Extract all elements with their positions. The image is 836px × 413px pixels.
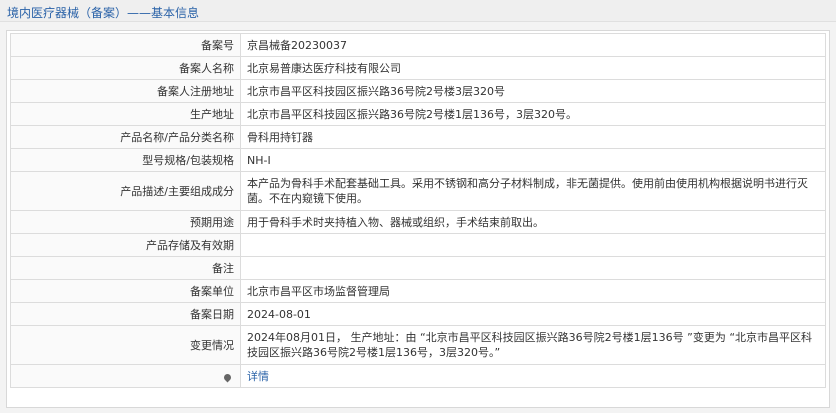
field-value: 北京市昌平区科技园区振兴路36号院2号楼1层136号，3层320号。 — [240, 102, 826, 126]
field-label: 备注 — [10, 256, 241, 280]
title-bar: 境内医疗器械（备案）——基本信息 — [0, 0, 836, 22]
page-title: 境内医疗器械（备案）——基本信息 — [7, 6, 200, 20]
field-label: 备案人注册地址 — [10, 79, 241, 103]
field-value — [240, 233, 826, 257]
table-row: 变更情况 2024年08月01日， 生产地址：由 “北京市昌平区科技园区振兴路3… — [10, 325, 826, 365]
table-row: 详情 — [10, 364, 826, 388]
table-row: 预期用途 用于骨科手术时夹持植入物、器械或组织，手术结束前取出。 — [10, 210, 826, 234]
field-value: 骨科用持钉器 — [240, 125, 826, 149]
field-value: 京昌械备20230037 — [240, 33, 826, 57]
table-row: 产品描述/主要组成成分 本产品为骨科手术配套基础工具。采用不锈钢和高分子材料制成… — [10, 171, 826, 211]
table-row: 备案单位 北京市昌平区市场监督管理局 — [10, 279, 826, 303]
field-value: 用于骨科手术时夹持植入物、器械或组织，手术结束前取出。 — [240, 210, 826, 234]
table-row: 备注 — [10, 256, 826, 280]
details-link[interactable]: 详情 — [247, 370, 269, 383]
table-row: 生产地址 北京市昌平区科技园区振兴路36号院2号楼1层136号，3层320号。 — [10, 102, 826, 126]
info-panel: 备案号 京昌械备20230037 备案人名称 北京易普康达医疗科技有限公司 备案… — [6, 30, 830, 408]
location-pin-icon — [222, 372, 233, 382]
field-value: NH-Ⅰ — [240, 148, 826, 172]
field-value: 本产品为骨科手术配套基础工具。采用不锈钢和高分子材料制成，非无菌提供。使用前由使… — [240, 171, 826, 211]
table-row: 备案日期 2024-08-01 — [10, 302, 826, 326]
field-value: 北京市昌平区市场监督管理局 — [240, 279, 826, 303]
field-label: 备案号 — [10, 33, 241, 57]
field-value: 北京市昌平区科技园区振兴路36号院2号楼3层320号 — [240, 79, 826, 103]
field-label: 预期用途 — [10, 210, 241, 234]
field-value: 详情 — [240, 364, 826, 388]
field-label: 变更情况 — [10, 325, 241, 365]
field-label — [10, 364, 241, 388]
table-row: 产品存储及有效期 — [10, 233, 826, 257]
field-label: 产品存储及有效期 — [10, 233, 241, 257]
field-label: 备案人名称 — [10, 56, 241, 80]
table-row: 型号规格/包装规格 NH-Ⅰ — [10, 148, 826, 172]
field-value: 2024年08月01日， 生产地址：由 “北京市昌平区科技园区振兴路36号院2号… — [240, 325, 826, 365]
field-value: 北京易普康达医疗科技有限公司 — [240, 56, 826, 80]
field-label: 备案单位 — [10, 279, 241, 303]
field-label: 型号规格/包装规格 — [10, 148, 241, 172]
info-table: 备案号 京昌械备20230037 备案人名称 北京易普康达医疗科技有限公司 备案… — [10, 33, 826, 388]
field-label: 备案日期 — [10, 302, 241, 326]
table-row: 备案号 京昌械备20230037 — [10, 33, 826, 57]
table-row: 备案人名称 北京易普康达医疗科技有限公司 — [10, 56, 826, 80]
field-label: 产品描述/主要组成成分 — [10, 171, 241, 211]
field-value: 2024-08-01 — [240, 302, 826, 326]
table-row: 备案人注册地址 北京市昌平区科技园区振兴路36号院2号楼3层320号 — [10, 79, 826, 103]
field-value — [240, 256, 826, 280]
field-label: 生产地址 — [10, 102, 241, 126]
field-label: 产品名称/产品分类名称 — [10, 125, 241, 149]
table-row: 产品名称/产品分类名称 骨科用持钉器 — [10, 125, 826, 149]
